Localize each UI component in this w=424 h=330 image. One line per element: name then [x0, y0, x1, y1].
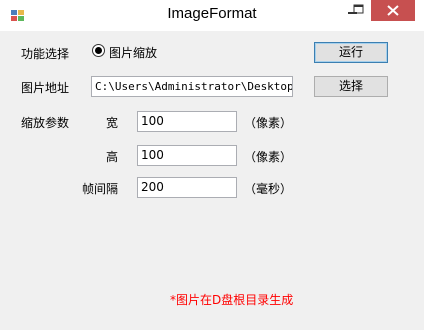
- maximize-icon: [353, 4, 364, 14]
- function-label: 功能选择: [21, 47, 70, 61]
- scale-radio[interactable]: [92, 44, 105, 57]
- main-window: ImageFormat 功能选择 图片缩放 运行 图片地址 C:\Users\A…: [0, 0, 424, 330]
- scale-radio-label[interactable]: 图片缩放: [109, 44, 157, 61]
- close-icon: [387, 5, 399, 16]
- width-input[interactable]: 100: [137, 111, 237, 132]
- path-input[interactable]: C:\Users\Administrator\Desktop\fo: [91, 76, 293, 97]
- interval-input[interactable]: 200: [137, 177, 237, 198]
- height-input[interactable]: 100: [137, 145, 237, 166]
- maximize-button[interactable]: [346, 0, 372, 21]
- scale-params-label: 缩放参数: [21, 116, 70, 130]
- radio-selected-dot: [95, 47, 102, 54]
- interval-unit-label: （毫秒）: [244, 182, 293, 196]
- path-label: 图片地址: [21, 81, 70, 95]
- width-unit-label: （像素）: [244, 116, 293, 130]
- run-button[interactable]: 运行: [314, 42, 388, 63]
- close-button[interactable]: [371, 0, 415, 21]
- select-button[interactable]: 选择: [314, 76, 388, 97]
- width-label: 宽: [106, 116, 119, 130]
- height-unit-label: （像素）: [244, 150, 293, 164]
- interval-label: 帧间隔: [82, 182, 119, 196]
- height-label: 高: [106, 150, 119, 164]
- title-bar: ImageFormat: [0, 0, 424, 31]
- output-note: *图片在D盘根目录生成: [170, 293, 294, 307]
